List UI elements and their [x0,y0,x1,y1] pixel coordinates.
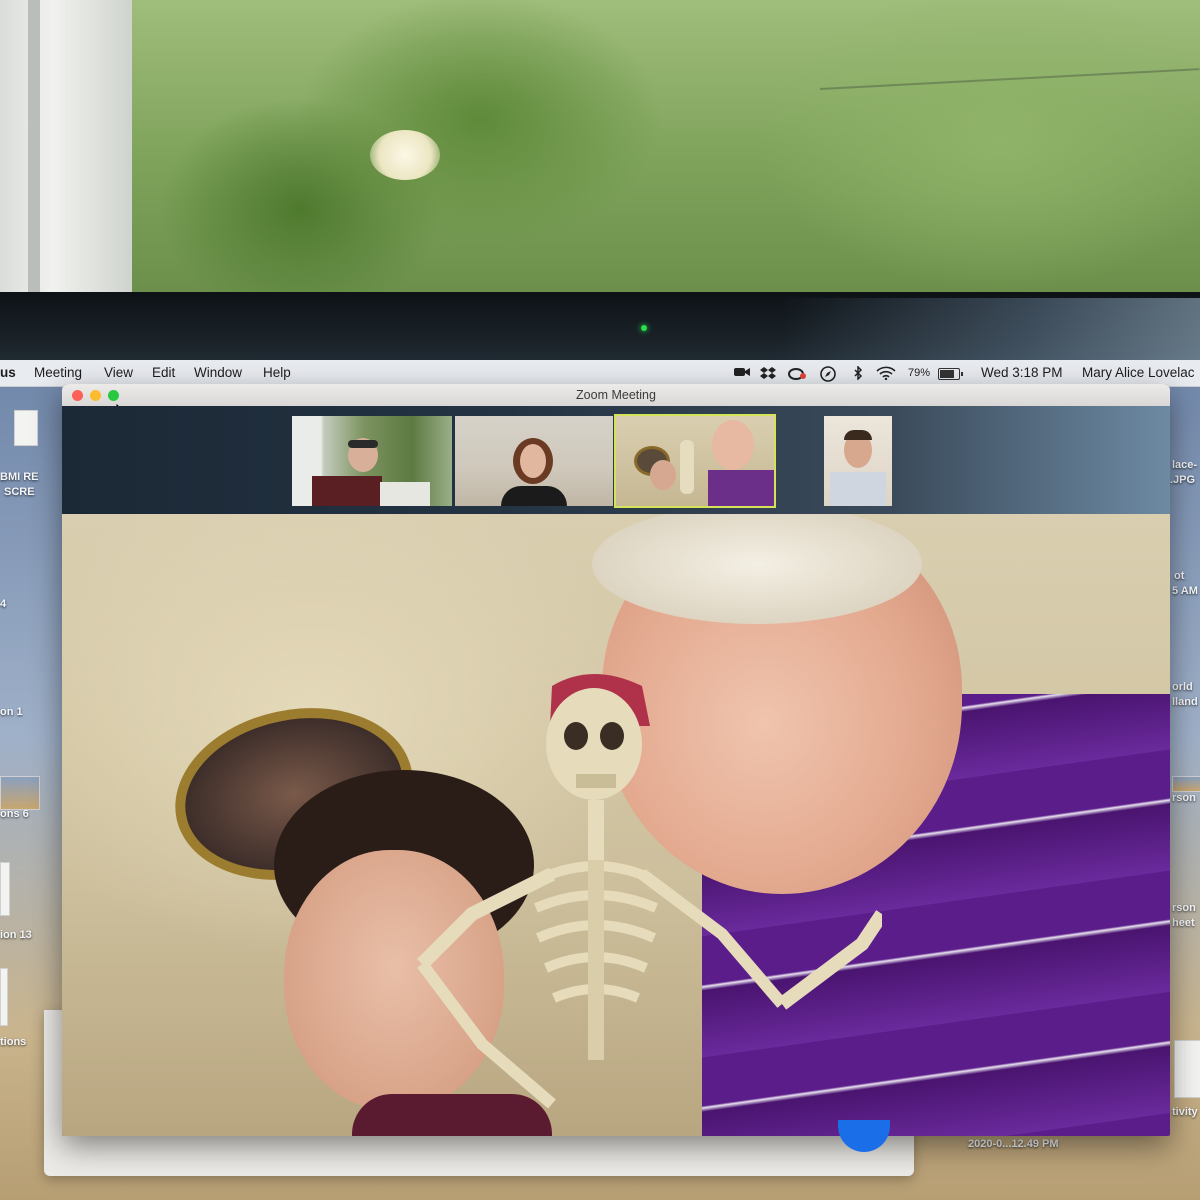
desktop-file-label[interactable]: rson [1172,792,1196,804]
menu-window[interactable]: Window [194,365,242,380]
desktop-file-label[interactable]: lace- [1172,459,1197,471]
wifi-icon[interactable] [876,366,896,381]
participant-tile[interactable] [824,416,892,506]
gallery-strip [62,406,1170,514]
video-camera-icon[interactable] [734,366,750,380]
toy-skeleton [417,674,882,1109]
desktop-file-label[interactable]: tions [0,1036,26,1048]
desktop-file-icon[interactable] [14,410,38,446]
desktop-file-icon[interactable] [1174,1040,1200,1098]
desktop-file-icon[interactable] [0,862,10,916]
participant-tile[interactable] [292,416,452,506]
app-menu[interactable]: us [0,365,16,380]
main-video-feed[interactable] [62,514,1170,1136]
magnolia-blossom [370,130,440,180]
mac-menu-bar: us Meeting View Edit Window Help 79% Wed… [0,360,1200,387]
desktop-file-label[interactable]: heet [1172,917,1195,929]
desktop-file-label[interactable]: lland [1172,696,1198,708]
desktop-file-label[interactable]: tivity [1172,1106,1198,1118]
menu-clock[interactable]: Wed 3:18 PM [981,365,1063,380]
camera-indicator-light [641,325,647,331]
desktop-file-label[interactable]: 2020-0...12.49 PM [968,1138,1059,1150]
zoom-meeting-window: Zoom Meeting [62,384,1170,1136]
bluetooth-icon[interactable] [850,365,866,381]
dropbox-icon[interactable] [760,366,776,380]
desktop-file-icon[interactable] [0,968,8,1026]
desktop-file-label[interactable]: ion 13 [0,929,32,941]
desktop-file-label[interactable]: orld [1172,681,1193,693]
menu-help[interactable]: Help [263,365,291,380]
outdoor-background [0,0,1200,300]
participant-tile[interactable] [455,416,613,506]
desktop-file-label[interactable]: on 1 [0,706,23,718]
desktop-file-label[interactable]: ons 6 [0,808,29,820]
desktop-file-label[interactable]: 4 [0,598,6,610]
window-titlebar[interactable]: Zoom Meeting [62,384,1170,407]
desktop-image-icon[interactable] [1172,776,1200,792]
desktop-file-label[interactable]: BMI RE [0,471,39,483]
porch-post [0,0,132,300]
desktop-image-icon[interactable] [0,776,40,810]
menu-meeting[interactable]: Meeting [34,365,82,380]
safari-icon[interactable] [820,366,836,382]
participant-tile-active-speaker[interactable] [614,414,776,508]
menu-edit[interactable]: Edit [152,365,175,380]
power-line [819,68,1200,90]
menu-user[interactable]: Mary Alice Lovelac [1082,365,1195,380]
desktop-file-label[interactable]: .JPG [1170,474,1195,486]
bezel-reflection [780,298,1200,368]
window-title: Zoom Meeting [576,388,656,402]
desktop-file-label[interactable]: 5 AM [1172,585,1198,597]
desktop-file-label[interactable]: rson [1172,902,1196,914]
desktop-file-label[interactable]: SCRE [4,486,35,498]
battery-percent: 79% [908,367,931,379]
creative-cloud-icon[interactable] [788,366,806,380]
battery-icon[interactable] [938,368,963,380]
desktop-file-label[interactable]: ot [1174,570,1184,582]
menu-view[interactable]: View [104,365,133,380]
